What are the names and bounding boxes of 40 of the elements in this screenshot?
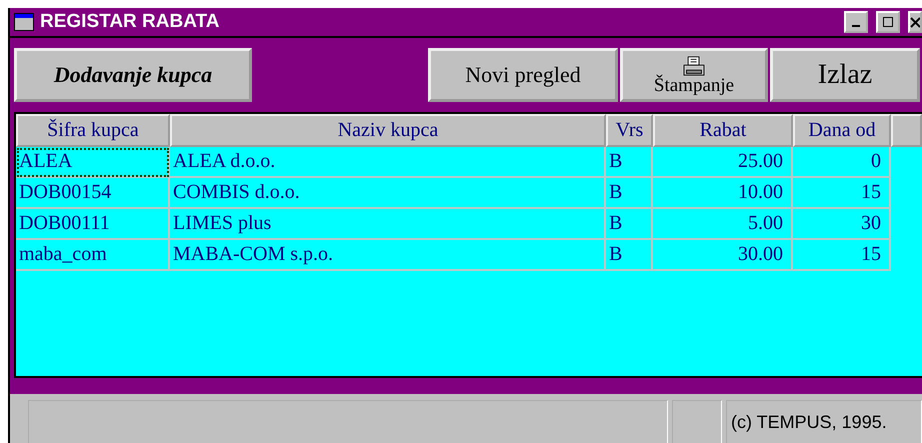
table-cell[interactable]: B <box>606 178 653 209</box>
column-header[interactable]: Vrs <box>606 114 653 147</box>
table-cell[interactable]: 25.00 <box>653 147 793 178</box>
printer-icon <box>683 56 705 76</box>
table-cell[interactable]: ALEA d.o.o. <box>170 147 606 178</box>
column-header[interactable]: Dana od <box>793 114 891 147</box>
print-button[interactable]: Štampanje <box>620 48 768 102</box>
close-button[interactable] <box>908 11 922 33</box>
table-cell[interactable]: LIMES plus <box>170 209 606 240</box>
close-icon <box>910 16 920 28</box>
table-cell[interactable]: 30.00 <box>653 240 793 271</box>
column-header[interactable]: Naziv kupca <box>170 114 606 147</box>
table-cell[interactable]: 10.00 <box>653 178 793 209</box>
table-cell[interactable]: 0 <box>793 147 891 178</box>
minimize-button[interactable] <box>844 11 868 33</box>
table-cell[interactable]: 15 <box>793 178 891 209</box>
window-icon <box>14 13 34 31</box>
maximize-button[interactable] <box>876 11 900 33</box>
new-view-button[interactable]: Novi pregled <box>428 48 618 102</box>
table-cell[interactable]: B <box>606 240 653 271</box>
table-cell[interactable]: ALEA <box>16 147 170 178</box>
table-cell[interactable]: B <box>606 147 653 178</box>
table-cell[interactable]: maba_com <box>16 240 170 271</box>
copyright-text: (c) TEMPUS, 1995. <box>726 400 922 443</box>
table-cell[interactable]: MABA-COM s.p.o. <box>170 240 606 271</box>
column-header[interactable]: Rabat <box>653 114 793 147</box>
table-cell[interactable]: 5.00 <box>653 209 793 240</box>
table-cell[interactable]: DOB00154 <box>16 178 170 209</box>
table-cell[interactable]: 15 <box>793 240 891 271</box>
minimize-icon <box>852 25 860 27</box>
maximize-icon <box>882 16 894 28</box>
table-cell[interactable]: COMBIS d.o.o. <box>170 178 606 209</box>
table-cell[interactable]: DOB00111 <box>16 209 170 240</box>
column-header <box>891 114 922 147</box>
column-header[interactable]: Šifra kupca <box>16 114 170 147</box>
table-cell[interactable]: 30 <box>793 209 891 240</box>
window-title: REGISTAR RABATA <box>40 11 220 33</box>
exit-button[interactable]: Izlaz <box>770 48 920 102</box>
table-cell[interactable]: B <box>606 209 653 240</box>
add-customer-button[interactable]: Dodavanje kupca <box>14 48 252 102</box>
